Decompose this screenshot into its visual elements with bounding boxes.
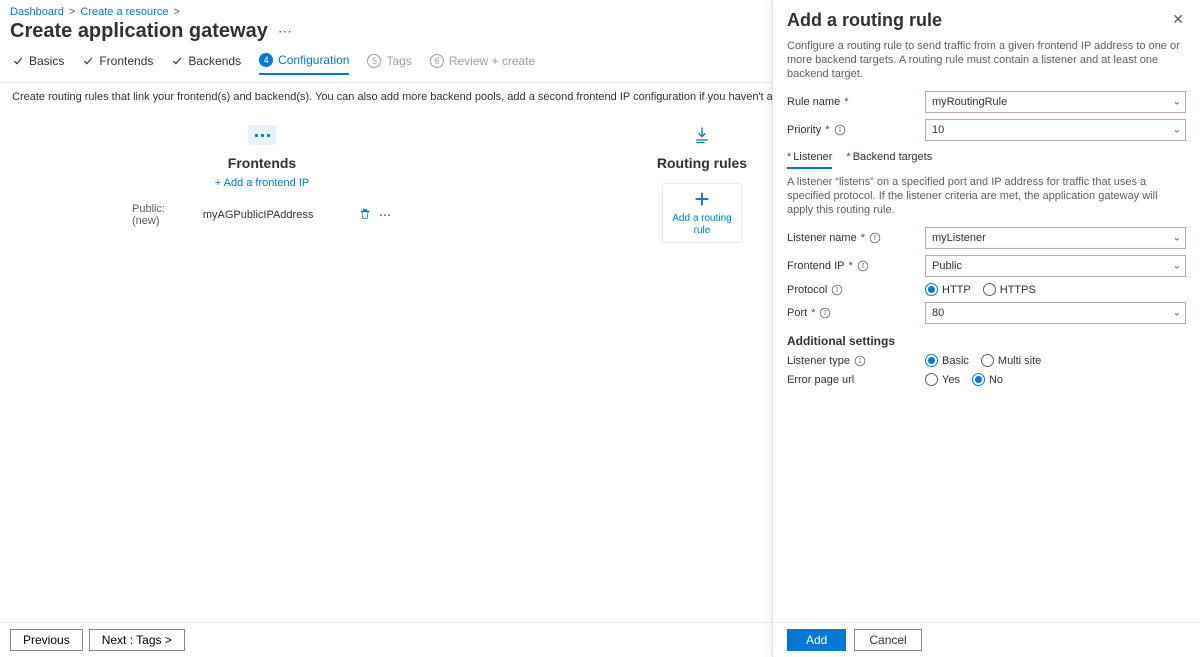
chevron-down-icon: ⌄ [1173,308,1181,319]
previous-button[interactable]: Previous [10,629,83,651]
breadcrumb-create-resource[interactable]: Create a resource [80,6,168,18]
chevron-down-icon: ⌄ [1173,97,1181,108]
tab-listener[interactable]: *Listener [787,151,832,169]
step-tags[interactable]: 5 Tags [367,53,411,75]
protocol-https-radio[interactable]: HTTPS [983,283,1036,296]
step-tags-label: Tags [386,54,411,68]
routing-rules-heading: Routing rules [657,155,747,171]
cancel-button[interactable]: Cancel [854,629,921,651]
frontends-heading: Frontends [228,155,296,171]
next-button[interactable]: Next : Tags > [89,629,185,651]
frontend-row-name: myAGPublicIPAddress [203,209,313,221]
panel-footer: Add Cancel [773,622,1200,657]
step-number-icon: 6 [430,54,444,68]
frontend-ip-select[interactable]: Public ⌄ [925,255,1186,277]
add-button[interactable]: Add [787,629,846,651]
error-page-radio-group: Yes No [925,373,1186,386]
listener-type-radio-group: Basic Multi site [925,354,1186,367]
step-number-icon: 4 [259,53,273,67]
rule-name-label: Rule name* [787,96,919,108]
breadcrumb-sep: > [174,6,180,18]
add-routing-rule-label: Add a routing rule [663,213,741,237]
frontends-icon [248,121,276,149]
error-page-label: Error page url [787,374,919,386]
page-title: Create application gateway [10,20,268,43]
listener-type-basic-radio[interactable]: Basic [925,354,969,367]
protocol-http-radio[interactable]: HTTP [925,283,971,296]
more-icon[interactable]: ⋯ [278,23,292,40]
step-frontends-label: Frontends [99,54,153,68]
add-routing-rule-card[interactable]: + Add a routing rule [662,183,742,243]
chevron-down-icon: ⌄ [1173,125,1181,136]
step-configuration-label: Configuration [278,53,349,67]
step-backends-label: Backends [188,54,241,68]
check-icon [12,55,24,67]
chevron-down-icon: ⌄ [1173,261,1181,272]
step-backends[interactable]: Backends [171,53,241,75]
check-icon [82,55,94,67]
additional-settings-heading: Additional settings [787,334,1186,348]
rule-subtabs: *Listener *Backend targets [787,151,1186,169]
step-configuration[interactable]: 4 Configuration [259,53,349,75]
listener-type-label: Listener type [787,355,919,367]
info-icon[interactable] [869,232,881,244]
close-icon[interactable]: ✕ [1170,10,1186,28]
step-basics-label: Basics [29,54,64,68]
chevron-down-icon: ⌄ [1173,233,1181,244]
routing-rules-icon [692,121,712,149]
step-basics[interactable]: Basics [12,53,64,75]
add-frontend-ip-link[interactable]: + Add a frontend IP [215,177,310,189]
step-frontends[interactable]: Frontends [82,53,153,75]
protocol-label: Protocol [787,284,919,296]
plus-icon: + [694,189,709,209]
more-icon[interactable]: ⋯ [379,208,392,222]
listener-name-label: Listener name* [787,232,919,244]
frontend-row-type: Public: (new) [132,203,195,227]
error-page-no-radio[interactable]: No [972,373,1003,386]
tab-backend-targets[interactable]: *Backend targets [846,151,932,169]
step-review[interactable]: 6 Review + create [430,53,535,75]
info-icon[interactable] [857,260,869,272]
rule-name-input[interactable]: myRoutingRule ⌄ [925,91,1186,113]
info-icon[interactable] [854,355,866,367]
error-page-yes-radio[interactable]: Yes [925,373,960,386]
listener-description: A listener “listens” on a specified port… [787,175,1186,217]
info-icon[interactable] [834,124,846,136]
info-icon[interactable] [831,284,843,296]
panel-title: Add a routing rule [787,10,942,31]
check-icon [171,55,183,67]
info-icon[interactable] [819,307,831,319]
priority-label: Priority* [787,124,919,136]
breadcrumb-sep: > [69,6,75,18]
step-review-label: Review + create [449,54,535,68]
listener-name-input[interactable]: myListener ⌄ [925,227,1186,249]
listener-type-multisite-radio[interactable]: Multi site [981,354,1041,367]
frontend-row: Public: (new) myAGPublicIPAddress ⋯ [132,203,392,227]
step-number-icon: 5 [367,54,381,68]
priority-input[interactable]: 10 ⌄ [925,119,1186,141]
port-label: Port* [787,307,919,319]
protocol-radio-group: HTTP HTTPS [925,283,1186,296]
port-input[interactable]: 80 ⌄ [925,302,1186,324]
breadcrumb-dashboard[interactable]: Dashboard [10,6,64,18]
panel-description: Configure a routing rule to send traffic… [787,39,1186,81]
routing-rule-panel: Add a routing rule ✕ Configure a routing… [772,0,1200,657]
frontend-ip-label: Frontend IP* [787,260,919,272]
delete-icon[interactable] [359,208,371,223]
